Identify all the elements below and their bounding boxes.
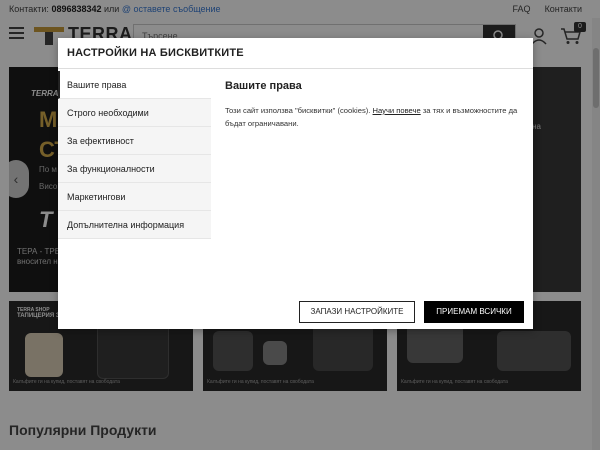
tab-functionality[interactable]: За функционалности xyxy=(58,155,211,183)
tab-performance[interactable]: За ефективност xyxy=(58,127,211,155)
content-title: Вашите права xyxy=(225,80,302,92)
learn-more-link[interactable]: Научи повече xyxy=(373,106,421,115)
tab-marketing[interactable]: Маркетингови xyxy=(58,183,211,211)
save-settings-button[interactable]: ЗАПАЗИ НАСТРОЙКИТЕ xyxy=(299,301,415,323)
tab-strictly-necessary[interactable]: Строго необходими xyxy=(58,99,211,127)
divider xyxy=(58,68,533,69)
tab-additional-info[interactable]: Допълнителна информация xyxy=(58,211,211,239)
modal-title: НАСТРОЙКИ НА БИСКВИТКИТЕ xyxy=(67,47,244,59)
content-text: Този сайт използва "бисквитки" (cookies)… xyxy=(225,104,525,130)
cookie-settings-modal: НАСТРОЙКИ НА БИСКВИТКИТЕ Вашите права Ст… xyxy=(58,38,533,329)
tab-your-rights[interactable]: Вашите права xyxy=(58,71,211,99)
tab-content: Вашите права Този сайт използва "бисквит… xyxy=(225,80,525,130)
cookie-tabs: Вашите права Строго необходими За ефекти… xyxy=(58,71,211,239)
accept-all-button[interactable]: ПРИЕМАМ ВСИЧКИ xyxy=(424,301,524,323)
content-text-before: Този сайт използва "бисквитки" (cookies)… xyxy=(225,106,371,115)
